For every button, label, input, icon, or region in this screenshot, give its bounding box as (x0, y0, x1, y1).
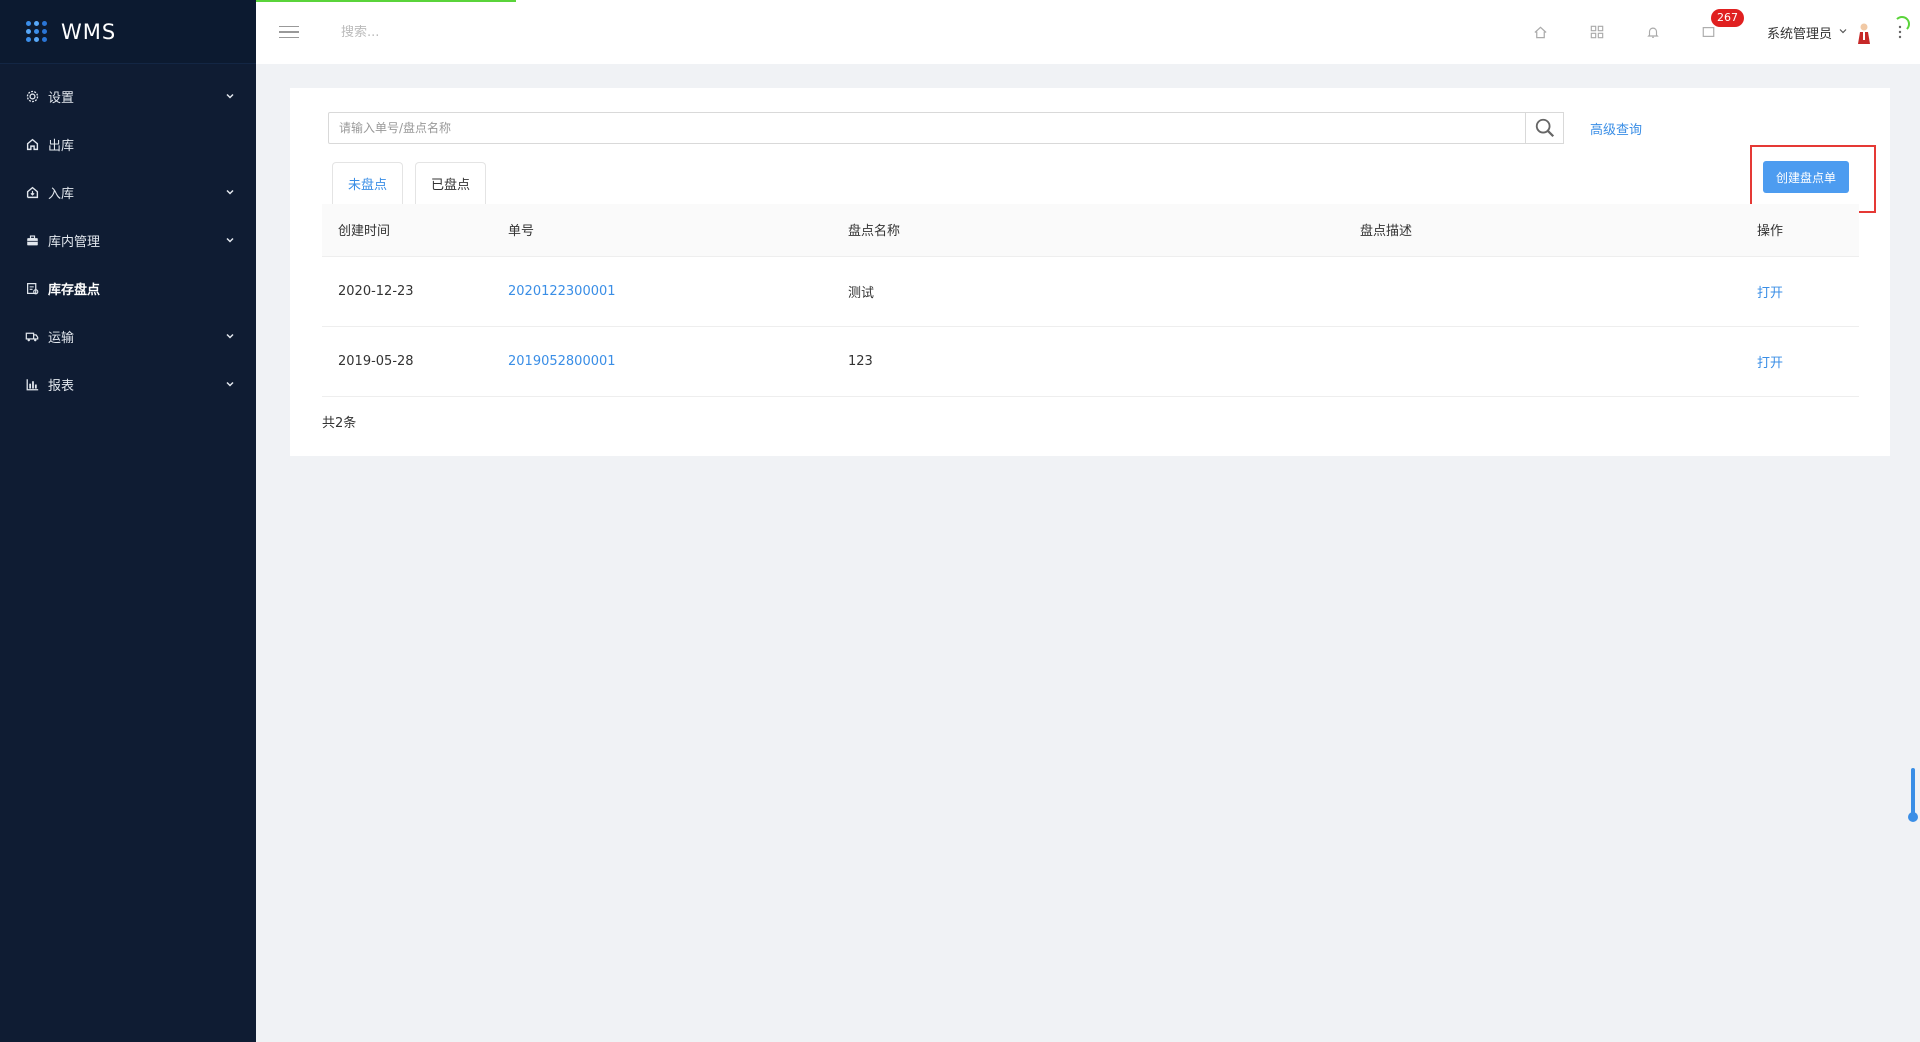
search-icon (1535, 118, 1554, 138)
inbound-icon (24, 184, 40, 200)
chevron-down-icon (224, 90, 236, 102)
cell-description (1344, 256, 1741, 327)
app-logo[interactable]: WMS (0, 0, 256, 64)
sidebar-item-label: 库存盘点 (48, 282, 101, 298)
table-row: 2020-12-23 2020122300001 测试 打开 (322, 256, 1859, 327)
status-tabs: 未盘点 已盘点 (332, 162, 498, 204)
topbar-actions: 267 系统管理员 (1513, 0, 1920, 64)
open-action-link[interactable]: 打开 (1741, 256, 1859, 327)
sidebar-item-inbound[interactable]: 入库 (0, 168, 256, 216)
app-name: WMS (61, 19, 117, 44)
sidebar-item-label: 运输 (48, 330, 75, 346)
scrollbar-handle[interactable] (1908, 812, 1918, 822)
cell-description (1344, 326, 1741, 397)
sidebar-item-label: 设置 (48, 90, 75, 106)
chevron-down-icon (224, 378, 236, 390)
advanced-search-link[interactable]: 高级查询 (1590, 119, 1642, 138)
cell-order-number-link[interactable]: 2019052800001 (492, 326, 832, 397)
chevron-down-icon (1838, 25, 1848, 40)
sidebar-item-label: 库内管理 (48, 234, 101, 250)
messages-icon[interactable]: 267 (1681, 0, 1744, 64)
topbar: 267 系统管理员 (256, 0, 1920, 64)
order-search-input[interactable] (328, 112, 1526, 144)
more-options-icon[interactable] (1880, 0, 1920, 64)
chevron-down-icon (224, 330, 236, 342)
sidebar-item-outbound[interactable]: 出库 (0, 120, 256, 168)
apps-grid-icon (26, 21, 47, 42)
bar-chart-icon (24, 376, 40, 392)
chevron-down-icon (224, 186, 236, 198)
tab-unchecked[interactable]: 未盘点 (332, 162, 404, 204)
grid-icon[interactable] (1569, 0, 1625, 64)
user-menu[interactable]: 系统管理员 (1767, 20, 1872, 44)
sidebar-item-settings[interactable]: 设置 (0, 72, 256, 120)
inventory-check-panel: 高级查询 未盘点 已盘点 创建盘点单 创建时间 单号 盘点名称 盘点描述 操作 … (290, 88, 1890, 456)
total-count: 共2条 (322, 416, 357, 431)
cell-name: 测试 (832, 256, 1344, 327)
cell-order-number-link[interactable]: 2020122300001 (492, 256, 832, 327)
table-row: 2019-05-28 2019052800001 123 打开 (322, 326, 1859, 397)
sidebar-item-reports[interactable]: 报表 (0, 360, 256, 408)
sidebar-item-label: 入库 (48, 186, 75, 202)
user-name: 系统管理员 (1766, 26, 1832, 42)
page-load-progress (256, 0, 516, 2)
sidebar-item-label: 报表 (48, 378, 75, 394)
sidebar-item-transport[interactable]: 运输 (0, 312, 256, 360)
column-header-created: 创建时间 (322, 204, 492, 257)
tab-checked[interactable]: 已盘点 (415, 162, 487, 204)
sidebar-item-label: 出库 (48, 138, 75, 154)
gear-icon (24, 88, 40, 104)
bell-icon[interactable] (1625, 0, 1681, 64)
sidebar-item-warehouse-management[interactable]: 库内管理 (0, 216, 256, 264)
notification-badge: 267 (1710, 9, 1744, 27)
create-inventory-check-button[interactable]: 创建盘点单 (1763, 161, 1849, 193)
sidebar-item-inventory-check[interactable]: 库存盘点 (0, 264, 256, 312)
search-button[interactable] (1526, 112, 1564, 144)
avatar (1856, 20, 1872, 44)
column-header-description: 盘点描述 (1344, 204, 1741, 257)
sidebar-menu: 设置 出库 入库 库内管理 库存盘点 运输 报表 (0, 72, 256, 408)
inventory-check-table: 创建时间 单号 盘点名称 盘点描述 操作 2020-12-23 20201223… (322, 204, 1859, 397)
search-bar: 高级查询 (328, 112, 1642, 144)
chevron-down-icon (224, 234, 236, 246)
column-header-name: 盘点名称 (832, 204, 1344, 257)
open-action-link[interactable]: 打开 (1741, 326, 1859, 397)
cell-created: 2020-12-23 (322, 256, 492, 327)
cell-name: 123 (832, 326, 1344, 397)
cell-created: 2019-05-28 (322, 326, 492, 397)
briefcase-icon (24, 232, 40, 248)
loading-spinner-icon (1894, 16, 1910, 32)
global-search-input[interactable] (341, 24, 641, 40)
table-header-row: 创建时间 单号 盘点名称 盘点描述 操作 (322, 204, 1859, 257)
home-icon[interactable] (1513, 0, 1569, 64)
scrollbar-thumb[interactable] (1911, 768, 1915, 818)
inventory-check-icon (24, 280, 40, 296)
menu-toggle-icon[interactable] (279, 22, 299, 43)
column-header-actions: 操作 (1741, 204, 1859, 257)
truck-icon (24, 328, 40, 344)
column-header-number: 单号 (492, 204, 832, 257)
sidebar: WMS 设置 出库 入库 库内管理 库存盘点 运输 报表 (0, 0, 256, 1042)
outbound-icon (24, 136, 40, 152)
